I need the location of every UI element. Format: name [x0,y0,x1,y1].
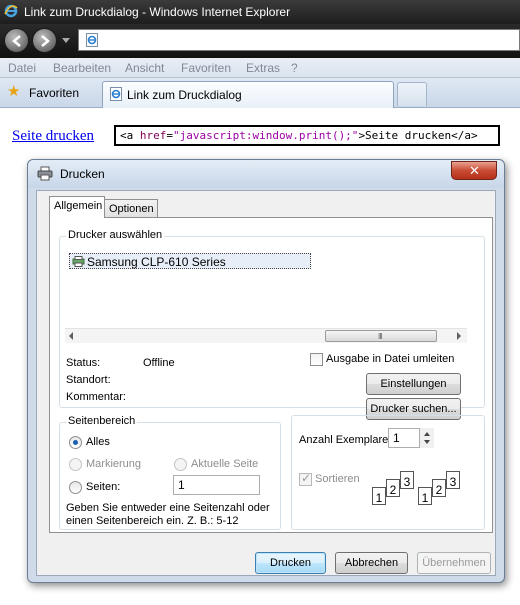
preferences-button[interactable]: Einstellungen [366,373,461,395]
dialog-body: Allgemein Optionen Drucker auswählen Sam… [36,190,496,576]
printer-icon [37,166,53,181]
spin-down-icon[interactable] [424,440,430,444]
status-label: Status: [66,357,101,369]
code-tag-open: <a [120,129,140,142]
favorites-label: Favoriten [29,86,80,100]
printer-list[interactable]: Samsung CLP-610 Series III [64,245,480,345]
code-snippet: <a href="javascript:window.print();">Sei… [114,125,500,146]
copies-group: Anzahl Exemplare: 1 Sortieren 3 2 1 3 2 [291,415,485,530]
menu-bar: Datei Bearbeiten Ansicht Favoriten Extra… [0,58,520,78]
collate-sheet: 3 [446,471,460,489]
comment-label: Kommentar: [66,391,126,403]
menu-help[interactable]: ? [291,61,298,75]
printer-list-item[interactable]: Samsung CLP-610 Series [69,253,311,269]
range-all-label: Alles [86,436,110,448]
back-button[interactable] [4,28,29,53]
address-bar[interactable] [78,29,520,51]
page-range-legend: Seitenbereich [66,415,138,427]
cancel-button[interactable]: Abbrechen [335,552,408,574]
code-rest: >Seite drucken</a> [358,129,478,142]
window-title: Link zum Druckdialog - Windows Internet … [24,5,291,19]
menu-ansicht[interactable]: Ansicht [125,61,164,75]
code-value: "javascript:window.print();" [173,129,359,142]
ie-logo-icon [4,4,18,18]
page-icon [110,87,122,101]
status-value: Offline [143,357,175,369]
scroll-left-icon[interactable] [69,332,73,340]
page-range-hint: Geben Sie entweder eine Seitenzahl oder … [66,502,270,527]
tab-page-allgemein: Drucker auswählen Samsung CLP-610 Series [49,217,493,533]
collate-sheet: 2 [386,479,400,497]
star-icon: ★ [7,83,21,100]
new-tab-button[interactable] [397,82,427,106]
menu-bearbeiten[interactable]: Bearbeiten [53,61,111,75]
print-to-file-label: Ausgabe in Datei umleiten [326,353,455,365]
location-label: Standort: [66,374,111,386]
navigation-bar [0,24,520,58]
printer-group-legend: Drucker auswählen [66,229,165,241]
print-page-link[interactable]: Seite drucken [12,128,94,145]
favorites-bar: ★ Favoriten Link zum Druckdialog [0,78,520,108]
copies-label: Anzahl Exemplare: [299,434,392,446]
browser-tab-active[interactable]: Link zum Druckdialog [102,81,394,108]
menu-datei[interactable]: Datei [8,61,36,75]
collate-label: Sortieren [315,473,360,485]
history-dropdown-icon[interactable] [62,38,70,43]
tab-allgemein[interactable]: Allgemein [49,196,105,218]
collate-sheet: 1 [372,487,386,505]
print-dialog: Drucken ✕ Allgemein Optionen Drucker aus… [27,159,505,583]
tab-title: Link zum Druckdialog [127,88,242,102]
dialog-titlebar: Drucken ✕ [28,160,504,188]
apply-button[interactable]: Übernehmen [417,552,491,574]
back-arrow-icon [12,35,21,47]
collate-illustration-1: 3 2 1 [372,471,422,511]
printer-icon [72,256,85,267]
range-all-radio[interactable] [69,436,82,449]
range-pages-label: Seiten: [86,481,121,493]
copies-spinner[interactable] [419,428,434,448]
page-icon [86,33,98,47]
code-eq: = [166,129,173,142]
forward-button[interactable] [32,28,57,53]
scroll-grip: III [378,332,383,341]
close-button[interactable]: ✕ [451,161,497,180]
pages-input[interactable]: 1 [173,475,260,495]
menu-favoriten[interactable]: Favoriten [181,61,231,75]
scroll-thumb[interactable]: III [325,330,437,342]
range-selection-radio[interactable] [69,458,82,471]
range-current-page-label: Aktuelle Seite [191,458,259,470]
forward-arrow-icon [41,35,50,47]
print-button[interactable]: Drucken [255,552,326,574]
menu-extras[interactable]: Extras [246,61,280,75]
tab-optionen[interactable]: Optionen [104,199,158,219]
collate-sheet: 3 [400,471,414,489]
collate-illustration-2: 3 2 1 [418,471,468,511]
range-current-page-radio[interactable] [174,458,187,471]
scroll-right-icon[interactable] [457,332,461,340]
dialog-title: Drucken [60,167,105,181]
range-pages-radio[interactable] [69,481,82,494]
printer-select-group: Drucker auswählen Samsung CLP-610 Series [59,229,485,420]
print-to-file-checkbox[interactable] [310,353,323,366]
code-attr: href [139,129,167,142]
collate-checkbox[interactable] [299,471,312,486]
close-icon: ✕ [469,163,480,178]
printer-list-hscrollbar[interactable]: III [65,328,467,343]
collate-sheet: 1 [418,487,432,505]
collate-sheet: 2 [432,479,446,497]
spin-up-icon[interactable] [424,432,430,436]
range-selection-label: Markierung [86,458,142,470]
printer-name: Samsung CLP-610 Series [87,255,226,269]
window-titlebar: Link zum Druckdialog - Windows Internet … [0,0,520,24]
favorites-button[interactable]: ★ Favoriten [3,82,88,104]
page-range-group: Seitenbereich Alles Markierung Aktuelle … [59,415,281,530]
